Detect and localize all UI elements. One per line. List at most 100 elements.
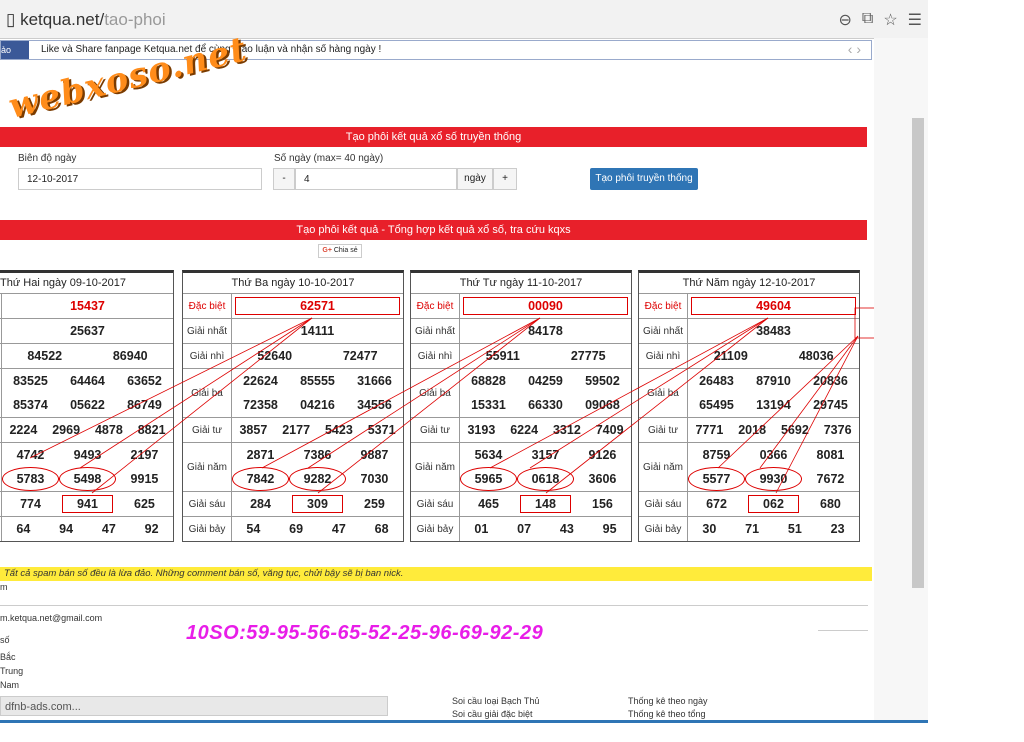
prize-number: 2871 [246,448,275,462]
url-path: tao-phoi [104,10,166,29]
zoom-icon[interactable]: ⊖ [838,10,851,30]
carousel-arrows-icon[interactable]: ‹ › [848,41,861,57]
prize-number: 7376 [823,423,852,437]
submit-button[interactable]: Tạo phôi truyền thống [590,168,698,190]
prize-number: 309 [289,492,346,516]
date-input[interactable]: 12-10-2017 [18,168,262,190]
prize-label: Giải ba [411,369,460,417]
scrollbar-thumb[interactable] [912,118,924,588]
footer-link-theo-tong[interactable]: Thống kê theo tổng [628,709,706,719]
prize-row-g7: Giải bảy 01 07 43 95 [411,517,631,541]
prize-row-g4: Giải tư 3193 6224 3312 7409 [411,418,631,443]
footer-link-nam[interactable]: Nam [0,680,19,690]
prize-label: Giải tư [639,418,688,442]
prize-number: 5692 [780,423,809,437]
prize-number: 94 [59,522,74,536]
days-label: Số ngày (max= 40 ngày) [274,153,384,164]
prize-number: 01 [474,522,489,536]
translate-icon[interactable]: ⧉ [862,10,873,30]
prize-number: 48036 [798,349,834,363]
card-header: Thứ Hai ngày 09-10-2017 [0,273,173,294]
footer-link-bac[interactable]: Bắc [0,652,16,662]
prize-number: 5783 [2,467,59,491]
prize-label: Giải năm [183,443,232,491]
email-link[interactable]: m.ketqua.net@gmail.com [0,613,102,623]
plus-button[interactable]: + [493,168,517,190]
prize-number: 84178 [528,324,563,338]
prize-number: 95 [602,522,617,536]
prize-number: 29745 [813,398,848,412]
prize-number: 5498 [58,467,116,491]
prize-number: 66330 [528,398,563,412]
prize-row-g6: Giải sáu 672 062 680 [639,492,859,517]
prize-number: 2969 [52,423,81,437]
prize-number: 26483 [699,374,734,388]
prize-number: 38483 [756,324,791,338]
prize-number: 86749 [127,398,162,412]
prize-number: 87910 [756,374,791,388]
footer-link-so[interactable]: số [0,635,10,645]
prize-number: 9493 [73,448,102,462]
prize-number: 14111 [300,324,335,338]
prize-number: 23 [830,522,845,536]
prize-number: 2177 [282,423,311,437]
footer-link-trung[interactable]: Trung [0,666,23,676]
prize-label: Giải nhì [639,344,688,368]
spam-notice: Tất cả spam bán số đều là lừa đảo. Những… [0,567,872,581]
prize-label: Đặc biệt [183,294,232,318]
prize-number: 85374 [13,398,48,412]
prize-row-g5: Giải năm 5634 3157 9126 5965 0618 3606 [411,443,631,492]
prize-label: Giải ba [183,369,232,417]
days-input[interactable]: 4 [295,168,457,190]
star-icon[interactable]: ☆ [883,10,897,30]
footer-link-theo-ngay[interactable]: Thống kê theo ngày [628,696,708,706]
prize-label: Giải năm [639,443,688,491]
prize-number: 72477 [342,349,378,363]
prize-number: 72358 [243,398,278,412]
prize-label: Giải nhất [639,319,688,343]
prize-row-g5: Giải năm 8759 0366 8081 5577 9930 7672 [639,443,859,492]
prize-number: 9915 [130,472,159,486]
menu-icon[interactable]: ☰ [908,10,922,30]
card-header: Thứ Tư ngày 11-10-2017 [411,273,631,294]
date-label: Biên độ ngày [18,153,77,164]
prize-row-g2: Giải nhì 52640 72477 [183,344,403,369]
prize-number: 5965 [460,467,517,491]
prize-number: 3157 [531,448,560,462]
prize-label: Giải tư [411,418,460,442]
prize-row-g6: Giải sáu 465 148 156 [411,492,631,517]
prize-label: Giải bảy [639,517,688,541]
prize-number: 625 [134,497,155,511]
prize-number: 3857 [239,423,268,437]
prize-row-g5: Giải năm 2871 7386 9887 7842 9282 7030 [183,443,403,492]
card-header: Thứ Năm ngày 12-10-2017 [639,273,859,294]
prize-label: Giải sáu [639,492,688,516]
footer-link-dac-biet[interactable]: Soi cầu giải đặc biệt [452,709,533,719]
scrollbar[interactable] [874,38,928,720]
prize-number: 05622 [70,398,105,412]
prize-number: 31666 [357,374,392,388]
prize-label: Giải nhất [183,319,232,343]
prize-number: 47 [331,522,346,536]
address-bar[interactable]: ▯ ketqua.net/tao-phoi [6,10,166,30]
prize-label: Đặc biệt [639,294,688,318]
footer-m: m [0,582,8,592]
days-unit: ngày [457,168,493,190]
prize-number: 2018 [738,423,767,437]
prize-number: 64 [16,522,31,536]
prize-label: Giải ba [639,369,688,417]
google-share-button[interactable]: G+ Chia sẻ [318,244,362,258]
footer-link-bach-thu[interactable]: Soi cầu loại Bạch Thủ [452,696,539,706]
prize-number: 30 [702,522,717,536]
minus-button[interactable]: - [273,168,295,190]
prize-number: 8759 [702,448,731,462]
prize-number: 7771 [695,423,724,437]
prize-number: 062 [745,492,802,516]
results-title-bar: Tạo phôi kết quả - Tổng hợp kết quả xổ s… [0,220,867,240]
gplus-icon: G+ [322,247,332,254]
prize-row-db: Đặc biệt 62571 [183,294,403,319]
prize-number: 9930 [744,467,802,491]
result-card: Thứ Tư ngày 11-10-2017 Đặc biệt 00090 Giải … [410,270,632,542]
divider [0,605,868,606]
status-bar: dfnb-ads.com... [0,696,388,716]
